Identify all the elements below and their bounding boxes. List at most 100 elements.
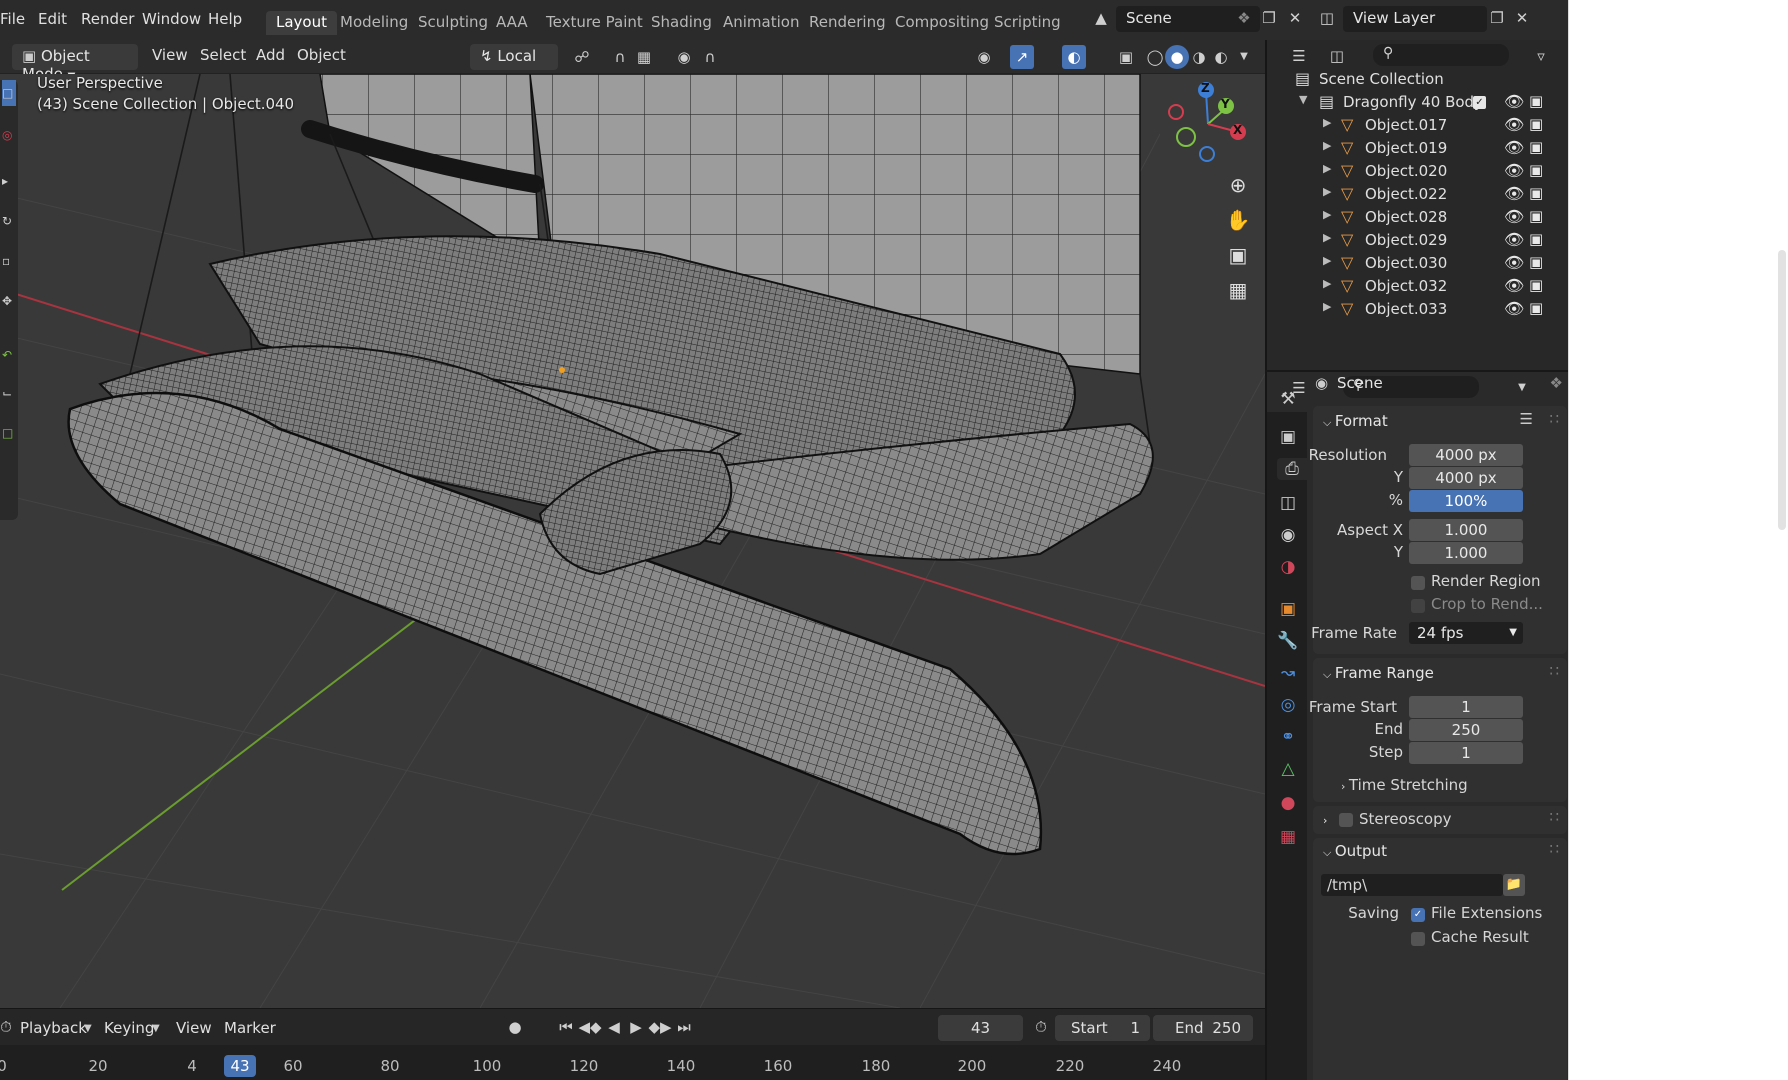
solid-shading-icon[interactable]: ● (1165, 45, 1189, 69)
eye-icon[interactable]: 👁 (1504, 299, 1524, 318)
cursor-tool-icon[interactable]: ◎ (2, 122, 16, 148)
record-keyframe-icon[interactable]: ● (503, 1015, 527, 1039)
eye-icon[interactable]: 👁 (1504, 115, 1524, 134)
resolution-x-field[interactable]: 4000 px (1409, 444, 1523, 466)
current-frame-field[interactable]: 43 (938, 1015, 1023, 1041)
eye-icon[interactable]: 👁 (1504, 253, 1524, 272)
snap-magnet-icon[interactable]: ∩ (608, 45, 632, 69)
viewport-menu-select[interactable]: Select (200, 46, 246, 64)
tab-aaa[interactable]: AAA (486, 11, 538, 35)
frame-step-field[interactable]: 1 (1409, 742, 1523, 764)
constraints-tab-icon[interactable]: ⚭ (1277, 726, 1299, 748)
crop-checkbox[interactable] (1411, 599, 1425, 613)
mode-dropdown[interactable]: ▣ Object Mode ▼ (12, 44, 138, 83)
camera-icon[interactable]: ▣ (1529, 138, 1543, 156)
scene-selector-icon[interactable]: ▲ (1089, 6, 1113, 30)
shading-options-chevron-icon[interactable]: ▼ (1232, 45, 1256, 69)
render-region-checkbox[interactable] (1411, 576, 1425, 590)
transform-tool-icon[interactable]: ✥ (2, 288, 16, 314)
visibility-icon[interactable]: ◉ (972, 45, 996, 69)
camera-icon[interactable]: ▣ (1529, 276, 1543, 294)
transform-orientation-dropdown[interactable]: ↯ Local (470, 44, 558, 70)
menu-file[interactable]: File (0, 10, 25, 28)
eye-icon[interactable]: 👁 (1504, 161, 1524, 180)
expand-down-icon[interactable]: ▼ (1299, 93, 1307, 106)
folder-browse-icon[interactable]: 📁 (1503, 874, 1525, 896)
navigation-gizmo[interactable]: Z Y X (1160, 80, 1260, 170)
add-cube-tool-icon[interactable]: □ (2, 420, 16, 446)
drag-handle-icon[interactable]: ∷ (1549, 808, 1559, 826)
context-pin-icon[interactable]: ❖ (1550, 374, 1563, 392)
view-layer-icon[interactable]: ◫ (1315, 6, 1339, 30)
timeline-menu-view[interactable]: View (176, 1019, 212, 1037)
pan-hand-icon[interactable]: ✋ (1222, 204, 1254, 236)
editor-type-icon[interactable]: ⏱ (0, 1015, 18, 1039)
tab-shading[interactable]: Shading (641, 11, 722, 35)
pivot-point-icon[interactable]: ☍ (570, 45, 594, 69)
expand-right-icon[interactable]: ▶ (1323, 254, 1331, 267)
camera-icon[interactable]: ▣ (1529, 184, 1543, 202)
jump-end-icon[interactable]: ⏭ (672, 1015, 696, 1039)
camera-icon[interactable]: ▣ (1529, 207, 1543, 225)
presets-list-icon[interactable]: ☰ (1520, 410, 1533, 428)
prev-keyframe-icon[interactable]: ◀◆ (578, 1015, 602, 1039)
world-tab-icon[interactable]: ◑ (1277, 556, 1299, 578)
file-extensions-checkbox[interactable]: ✓ (1411, 908, 1425, 922)
menu-window[interactable]: Window (142, 10, 201, 28)
expand-right-icon[interactable]: ▶ (1323, 277, 1331, 290)
expand-right-icon[interactable]: ▶ (1323, 139, 1331, 152)
expand-right-icon[interactable]: ▶ (1323, 208, 1331, 221)
format-panel-header[interactable]: ⌵ Format (1323, 412, 1388, 430)
eye-icon[interactable]: 👁 (1504, 184, 1524, 203)
ortho-grid-icon[interactable]: ▦ (1222, 274, 1254, 306)
tab-texture-paint[interactable]: Texture Paint (536, 11, 653, 35)
rendered-shading-icon[interactable]: ◐ (1209, 45, 1233, 69)
viewport-menu-object[interactable]: Object (297, 46, 346, 64)
tab-animation[interactable]: Animation (713, 11, 809, 35)
tool-tab-icon[interactable]: ⚒ (1277, 388, 1299, 410)
start-frame-field[interactable]: Start 1 (1055, 1015, 1150, 1041)
texture-tab-icon[interactable]: ▦ (1277, 826, 1299, 848)
expand-right-icon[interactable]: ▶ (1323, 231, 1331, 244)
frame-range-panel-header[interactable]: ⌵ Frame Range (1323, 664, 1434, 682)
menu-help[interactable]: Help (208, 10, 242, 28)
data-tab-icon[interactable]: △ (1277, 758, 1299, 780)
eye-icon[interactable]: 👁 (1504, 230, 1524, 249)
xray-toggle-icon[interactable]: ▣ (1114, 45, 1138, 69)
timeline-menu-marker[interactable]: Marker (224, 1019, 276, 1037)
falloff-icon[interactable]: ∩ (698, 45, 722, 69)
eye-icon[interactable]: 👁 (1504, 207, 1524, 226)
display-mode-icon[interactable]: ◫ (1325, 44, 1349, 68)
camera-view-icon[interactable]: ▣ (1222, 239, 1254, 271)
stereoscopy-header[interactable]: › (1323, 810, 1327, 828)
material-tab-icon[interactable]: ● (1277, 792, 1299, 814)
aspect-y-field[interactable]: 1.000 (1409, 542, 1523, 564)
stereoscopy-panel[interactable]: › Stereoscopy ∷ (1313, 806, 1567, 834)
new-view-layer-icon[interactable]: ❐ (1485, 6, 1509, 30)
camera-icon[interactable]: ▣ (1529, 299, 1543, 317)
new-scene-icon[interactable]: ❐ (1257, 6, 1281, 30)
frame-start-field[interactable]: 1 (1409, 696, 1523, 718)
camera-icon[interactable]: ▣ (1529, 161, 1543, 179)
tab-compositing[interactable]: Compositing (885, 11, 999, 35)
timeline-menu-playback[interactable]: Playback (20, 1019, 87, 1037)
drag-handle-icon[interactable]: ∷ (1549, 410, 1559, 428)
zoom-icon[interactable]: ⊕ (1222, 169, 1254, 201)
play-icon[interactable]: ▶ (624, 1015, 648, 1039)
physics-tab-icon[interactable]: ◎ (1277, 694, 1299, 716)
camera-icon[interactable]: ▣ (1529, 115, 1543, 133)
timeline-menu-keying[interactable]: Keying (104, 1019, 154, 1037)
3d-viewport[interactable]: User Perspective (43) Scene Collection |… (0, 74, 1265, 1008)
modifier-wrench-icon[interactable]: 🔧 (1277, 630, 1299, 652)
tab-rendering[interactable]: Rendering (799, 11, 896, 35)
camera-icon[interactable]: ▣ (1529, 230, 1543, 248)
outliner-editor-type-icon[interactable]: ☰ (1287, 44, 1311, 68)
outliner-search-input[interactable]: ⚲ (1373, 44, 1509, 66)
stopwatch-icon[interactable]: ⏱ (1029, 1015, 1053, 1039)
resolution-y-field[interactable]: 4000 px (1409, 467, 1523, 489)
eye-icon[interactable]: 👁 (1504, 92, 1524, 111)
play-reverse-icon[interactable]: ◀ (602, 1015, 626, 1039)
viewport-menu-add[interactable]: Add (256, 46, 285, 64)
expand-right-icon[interactable]: ▶ (1323, 116, 1331, 129)
frame-rate-dropdown[interactable]: 24 fps ▼ (1409, 622, 1523, 644)
